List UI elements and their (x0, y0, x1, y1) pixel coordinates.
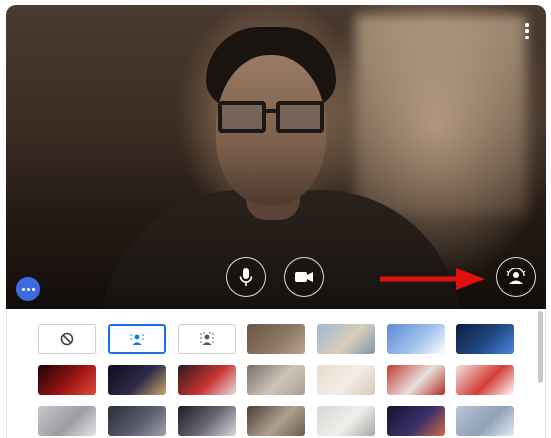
background-tile-red-dots[interactable] (456, 365, 514, 395)
camera-button[interactable] (284, 257, 324, 297)
effect-option-slight-blur[interactable] (108, 324, 166, 354)
block-icon (60, 332, 74, 346)
background-tile-blue-clouds[interactable] (387, 324, 445, 354)
background-tile-red-flowers[interactable] (178, 365, 236, 395)
glasses-lens-left (218, 101, 266, 133)
background-tile-white-interior[interactable] (38, 406, 96, 436)
effects-dialog (0, 0, 551, 438)
annotation-arrow (380, 268, 485, 290)
background-tile-dim-room[interactable] (178, 406, 236, 436)
blur-background-icon (200, 332, 214, 345)
background-tile-cream-room[interactable] (317, 365, 375, 395)
glasses-lens-right (276, 101, 324, 133)
background-tile-dark-fireworks[interactable] (108, 365, 166, 395)
more-vert-icon[interactable] (522, 23, 532, 39)
microphone-button[interactable] (226, 257, 266, 297)
window-light (356, 15, 526, 215)
visual-effects-button[interactable] (496, 257, 536, 297)
background-tile-red-pattern[interactable] (387, 365, 445, 395)
microphone-icon (239, 268, 253, 286)
more-options-button[interactable] (16, 277, 40, 301)
background-tile-shelves[interactable] (247, 406, 305, 436)
background-tile-white-shelf[interactable] (317, 406, 375, 436)
dot (26, 287, 30, 291)
visual-effects-icon (506, 268, 526, 284)
background-tile-night-tech[interactable] (456, 324, 514, 354)
dot (21, 287, 25, 291)
background-tile-dark-office[interactable] (108, 406, 166, 436)
background-tile-pebbles[interactable] (247, 365, 305, 395)
camera-preview (6, 5, 546, 309)
effect-option-full-blur[interactable] (178, 324, 236, 354)
glasses-bridge (266, 109, 276, 113)
background-tile-brown-landscape[interactable] (247, 324, 305, 354)
blur-person-icon (130, 334, 144, 345)
dot (31, 287, 35, 291)
scrollbar[interactable] (538, 311, 543, 383)
background-tile-city-night[interactable] (387, 406, 445, 436)
background-tile-red-fireworks[interactable] (38, 365, 96, 395)
effect-option-no-effect[interactable] (38, 324, 96, 354)
background-tile-light-room[interactable] (456, 406, 514, 436)
background-tile-beach-sky[interactable] (317, 324, 375, 354)
person-glasses (216, 101, 326, 135)
background-grid (6, 309, 546, 438)
video-camera-icon (295, 272, 313, 282)
